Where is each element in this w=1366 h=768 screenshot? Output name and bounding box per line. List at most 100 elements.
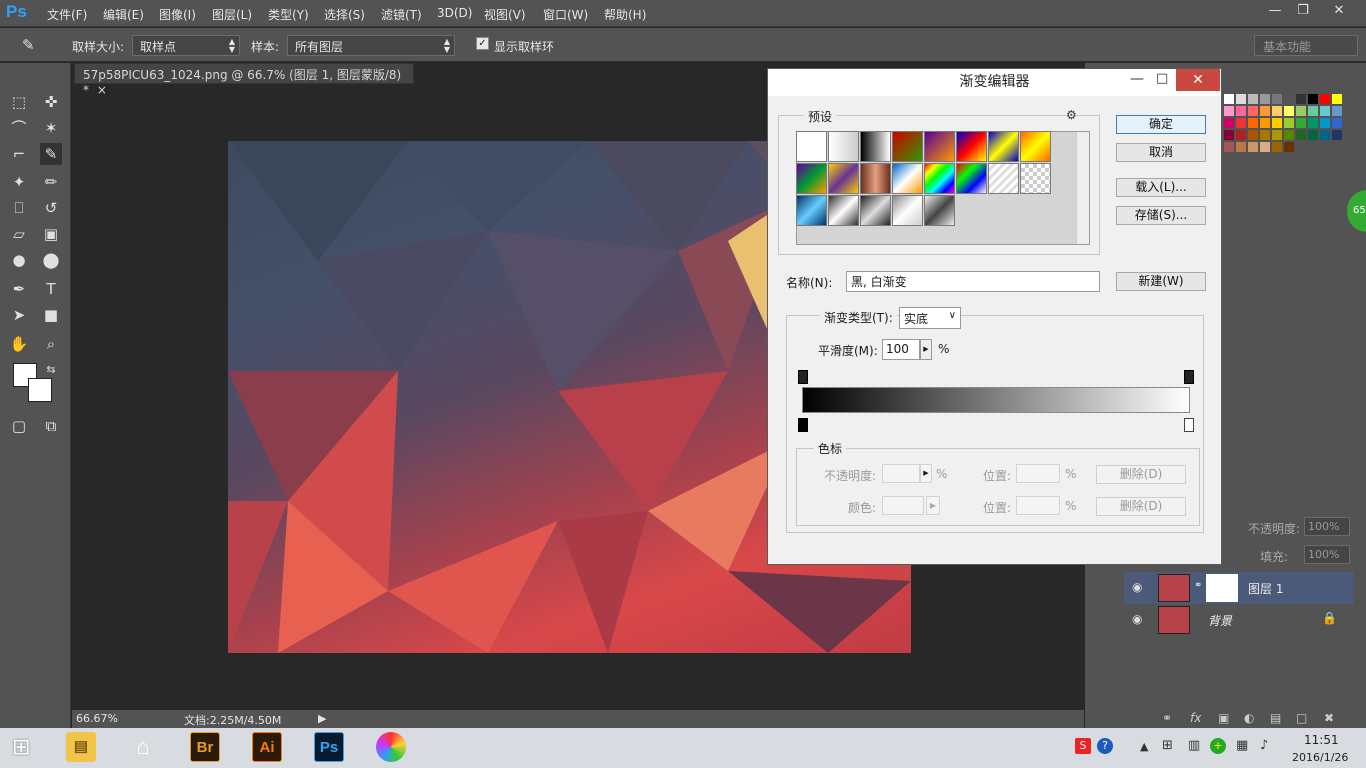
opacity-stop-right[interactable]	[1184, 370, 1194, 384]
stop-color-swatch[interactable]	[882, 496, 924, 515]
blur-icon[interactable]: ●	[8, 249, 30, 271]
menu-select[interactable]: 选择(S)	[324, 6, 365, 23]
new-layer-icon[interactable]: □	[1296, 711, 1307, 725]
tray-arrow-icon[interactable]: ▲	[1140, 740, 1148, 753]
adjustment-icon[interactable]: ◐	[1244, 711, 1254, 725]
hand-icon[interactable]: ✋	[8, 333, 30, 355]
menu-help[interactable]: 帮助(H)	[604, 6, 646, 23]
stamp-icon[interactable]: ⎕	[8, 197, 30, 219]
background-color-swatch[interactable]	[28, 378, 52, 402]
presets-scrollbar[interactable]	[1076, 132, 1089, 244]
preset-blue-red-yellow[interactable]	[956, 131, 987, 162]
preset-chrome[interactable]	[892, 163, 923, 194]
color-arrow-icon[interactable]: ▶	[926, 496, 940, 515]
gear-icon[interactable]: ⚙	[1066, 108, 1077, 122]
input-method-icon[interactable]: S	[1075, 738, 1091, 754]
preset-gray-black[interactable]	[924, 195, 955, 226]
preset-steel[interactable]	[860, 195, 891, 226]
move-icon[interactable]: ✜	[40, 91, 62, 113]
layer-name[interactable]: 背景	[1208, 612, 1232, 629]
eraser-icon[interactable]: ▱	[8, 223, 30, 245]
bridge-icon[interactable]: Br	[190, 732, 220, 762]
link-layers-icon[interactable]: ⚭	[1162, 711, 1172, 725]
network-icon[interactable]: ▦	[1236, 738, 1248, 753]
preset-fg-transparent[interactable]	[828, 131, 859, 162]
gradient-bar[interactable]	[802, 387, 1190, 413]
lasso-icon[interactable]: ⌒	[8, 117, 30, 139]
magic-wand-icon[interactable]: ✶	[40, 117, 62, 139]
save-button[interactable]: 存储(S)...	[1116, 206, 1206, 225]
preset-violet-orange[interactable]	[924, 131, 955, 162]
maximize-icon[interactable]: □	[1156, 71, 1168, 86]
healing-icon[interactable]: ✦	[8, 171, 30, 193]
screen-mode-icon[interactable]: ⧉	[40, 415, 62, 437]
preset-transparent-stripes[interactable]	[988, 163, 1019, 194]
preset-blue-steel[interactable]	[796, 195, 827, 226]
path-select-icon[interactable]: ➤	[8, 304, 30, 326]
menu-edit[interactable]: 编辑(E)	[103, 6, 144, 23]
delete-opacity-stop-button[interactable]: 删除(D)	[1096, 465, 1186, 484]
preset-transparent-rainbow[interactable]	[956, 163, 987, 194]
security-icon[interactable]: +	[1210, 738, 1226, 754]
windows-start-icon[interactable]: ⊞	[12, 736, 38, 760]
preset-blue-yellow-blue[interactable]	[988, 131, 1019, 162]
name-input[interactable]: 黑, 白渐变	[846, 271, 1100, 292]
menu-image[interactable]: 图像(I)	[159, 6, 196, 23]
preset-fg-bg[interactable]	[796, 131, 827, 162]
stop-opacity-input[interactable]	[882, 464, 920, 483]
minimize-icon[interactable]: —	[1262, 2, 1288, 22]
link-icon[interactable]: ⚭	[1194, 580, 1202, 591]
menu-file[interactable]: 文件(F)	[47, 6, 87, 23]
delete-layer-icon[interactable]: ✖	[1324, 711, 1334, 725]
menu-filter[interactable]: 滤镜(T)	[381, 6, 422, 23]
swap-colors-icon[interactable]: ⇆	[40, 359, 62, 381]
preset-spectrum[interactable]	[924, 163, 955, 194]
brush-icon[interactable]: ✏	[40, 171, 62, 193]
group-icon[interactable]: ▤	[1270, 711, 1281, 725]
windows-icon[interactable]: ⊞	[1162, 738, 1173, 753]
layer-row[interactable]: ◉ 背景 🔒	[1124, 604, 1354, 636]
menu-type[interactable]: 类型(Y)	[268, 6, 309, 23]
color-location-input[interactable]	[1016, 496, 1060, 515]
smoothness-input[interactable]: 100	[882, 339, 920, 360]
eye-icon[interactable]: ◉	[1132, 580, 1142, 594]
marquee-icon[interactable]: ⬚	[8, 91, 30, 113]
clock-time[interactable]: 11:51	[1304, 733, 1339, 747]
opacity-input[interactable]: 100%	[1304, 517, 1350, 536]
gradient-type-select[interactable]: 实底 ∨	[899, 307, 961, 329]
ok-button[interactable]: 确定	[1116, 115, 1206, 134]
sample-select[interactable]: 所有图层 ▲ ▼	[287, 35, 455, 56]
eye-icon[interactable]: ◉	[1132, 612, 1142, 626]
close-icon[interactable]: ✕	[1176, 69, 1220, 91]
color-stop-left[interactable]	[798, 418, 808, 432]
device-icon[interactable]: ▥	[1188, 738, 1200, 753]
layer-row[interactable]: ◉ ⚭ 图层 1	[1124, 572, 1354, 604]
close-icon[interactable]: ✕	[1326, 2, 1352, 22]
type-icon[interactable]: T	[40, 278, 62, 300]
pen-icon[interactable]: ✒	[8, 278, 30, 300]
menu-3d[interactable]: 3D(D)	[437, 6, 472, 20]
load-button[interactable]: 载入(L)...	[1116, 178, 1206, 197]
quick-mask-icon[interactable]: ▢	[8, 415, 30, 437]
show-ring-checkbox[interactable]: ✓	[476, 37, 489, 50]
menu-window[interactable]: 窗口(W)	[543, 6, 588, 23]
workspace-select[interactable]: 基本功能	[1254, 35, 1358, 56]
preset-silver[interactable]	[828, 195, 859, 226]
preset-orange-yellow[interactable]	[1020, 131, 1051, 162]
preset-violet-green-orange[interactable]	[796, 163, 827, 194]
fill-input[interactable]: 100%	[1304, 545, 1350, 564]
preset-black-white[interactable]	[860, 131, 891, 162]
sample-size-select[interactable]: 取样点 ▲ ▼	[132, 35, 240, 56]
zoom-level[interactable]: 66.67%	[76, 712, 118, 725]
color-stop-right[interactable]	[1184, 418, 1194, 432]
rectangle-icon[interactable]: ■	[40, 304, 62, 326]
dodge-icon[interactable]: ⬤	[40, 249, 62, 271]
document-tab[interactable]: 57p58PICU63_1024.png @ 66.7% (图层 1, 图层蒙版…	[74, 63, 414, 97]
preset-white-gray[interactable]	[892, 195, 923, 226]
new-button[interactable]: 新建(W)	[1116, 272, 1206, 291]
cancel-button[interactable]: 取消	[1116, 143, 1206, 162]
preset-transparent[interactable]	[1020, 163, 1051, 194]
stop-opacity-arrow-icon[interactable]: ▶	[920, 464, 932, 483]
delete-color-stop-button[interactable]: 删除(D)	[1096, 497, 1186, 516]
opacity-stop-left[interactable]	[798, 370, 808, 384]
